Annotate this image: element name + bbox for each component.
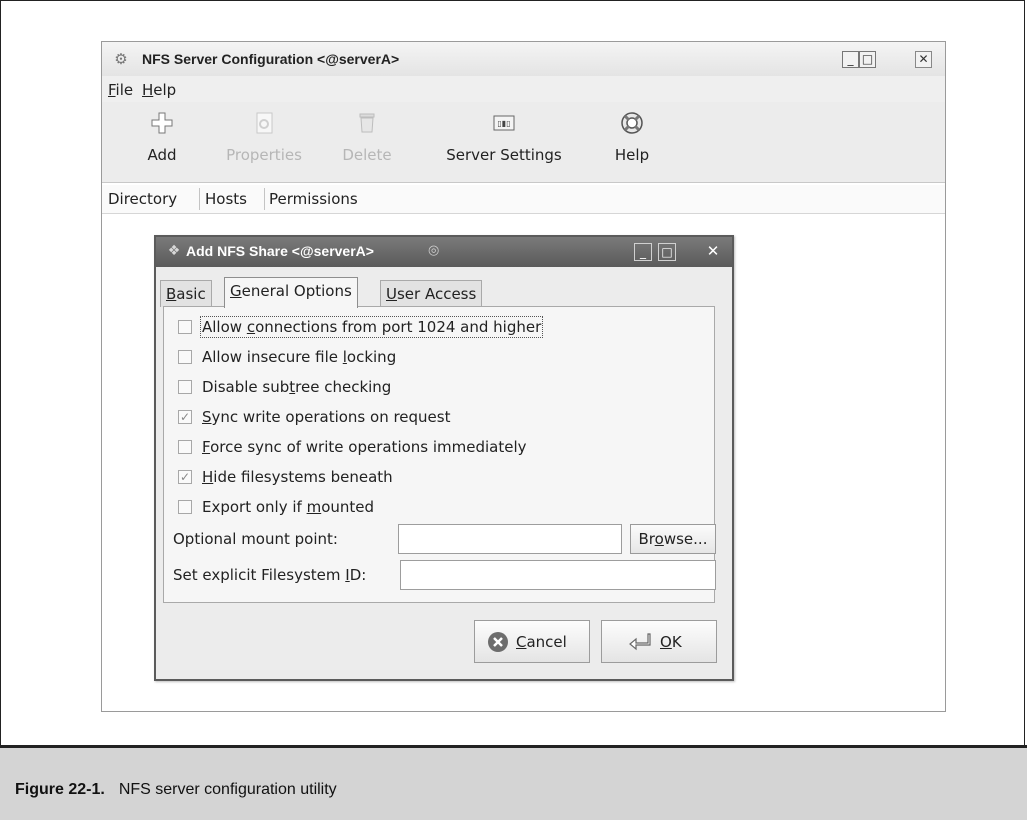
figure-frame: ⚙ NFS Server Configuration <@serverA> _ … — [0, 0, 1025, 818]
checkbox[interactable] — [178, 500, 192, 514]
menu-file[interactable]: File — [108, 81, 133, 99]
column-separator — [199, 188, 200, 210]
server-settings-button[interactable]: ▯▮▯ Server Settings — [434, 110, 574, 164]
toolbar: Add Properties Delete ▯▮▯ Server Setting… — [102, 102, 945, 183]
main-titlebar[interactable]: ⚙ NFS Server Configuration <@serverA> _ … — [102, 42, 945, 76]
menu-help[interactable]: Help — [142, 81, 176, 99]
figure-caption-bar: Figure 22-1. NFS server configuration uti… — [0, 745, 1027, 820]
cancel-button[interactable]: Cancel — [474, 620, 590, 663]
checkbox-checked[interactable]: ✓ — [178, 410, 192, 424]
help-button[interactable]: Help — [602, 110, 662, 164]
svg-text:▯▮▯: ▯▮▯ — [497, 119, 510, 128]
column-directory[interactable]: Directory — [108, 190, 177, 208]
server-settings-icon: ▯▮▯ — [493, 115, 515, 131]
figure-caption: Figure 22-1. NFS server configuration uti… — [15, 781, 337, 799]
add-button[interactable]: Add — [134, 110, 190, 164]
trash-icon — [359, 113, 375, 133]
filesystem-id-input[interactable] — [400, 560, 716, 590]
tab-basic[interactable]: Basic — [160, 280, 212, 307]
tab-general-options[interactable]: General Options — [224, 277, 358, 308]
dialog-titlebar[interactable]: ❖ Add NFS Share <@serverA> ◎ _ □ ✕ — [156, 237, 732, 267]
menubar: File Help — [102, 76, 945, 102]
window-title: NFS Server Configuration <@serverA> — [142, 51, 400, 67]
close-button[interactable]: ✕ — [915, 51, 932, 68]
properties-icon — [256, 112, 273, 134]
add-nfs-share-dialog: ❖ Add NFS Share <@serverA> ◎ _ □ ✕ Basic… — [154, 235, 734, 681]
column-hosts[interactable]: Hosts — [205, 190, 247, 208]
browse-button[interactable]: Browse... — [630, 524, 716, 554]
share-list-header: Directory Hosts Permissions — [102, 185, 945, 214]
app-icon: ⚙ — [114, 50, 128, 68]
dialog-maximize-button[interactable]: □ — [658, 243, 676, 261]
maximize-button[interactable]: □ — [859, 51, 876, 68]
filesystem-id-label: Set explicit Filesystem ID: — [173, 566, 367, 584]
tab-bar: Basic General Options User Access — [156, 277, 732, 308]
swirl-icon: ◎ — [428, 243, 440, 258]
minimize-button[interactable]: _ — [842, 51, 859, 68]
dialog-title: Add NFS Share <@serverA> — [186, 243, 374, 259]
checkbox[interactable] — [178, 350, 192, 364]
add-icon — [151, 112, 173, 134]
dialog-minimize-button[interactable]: _ — [634, 243, 652, 261]
dialog-close-button[interactable]: ✕ — [704, 243, 722, 261]
cancel-icon — [488, 632, 508, 652]
mount-point-label: Optional mount point: — [173, 530, 338, 548]
figure-caption-text: NFS server configuration utility — [118, 781, 337, 798]
column-separator — [264, 188, 265, 210]
lifebuoy-icon — [621, 112, 643, 134]
ok-button[interactable]: OK — [601, 620, 717, 663]
dialog-app-icon: ❖ — [167, 243, 181, 259]
column-permissions[interactable]: Permissions — [269, 190, 358, 208]
checkbox[interactable] — [178, 380, 192, 394]
general-options-panel: Allow connections from port 1024 and hig… — [163, 306, 716, 603]
checkbox-checked[interactable]: ✓ — [178, 470, 192, 484]
checkbox[interactable] — [178, 440, 192, 454]
properties-button[interactable]: Properties — [214, 110, 314, 164]
figure-number: Figure 22-1. — [15, 781, 105, 798]
return-arrow-icon — [629, 633, 651, 651]
mount-point-input[interactable] — [398, 524, 622, 554]
tab-user-access[interactable]: User Access — [380, 280, 483, 307]
checkbox[interactable] — [178, 320, 192, 334]
delete-button[interactable]: Delete — [337, 110, 397, 164]
